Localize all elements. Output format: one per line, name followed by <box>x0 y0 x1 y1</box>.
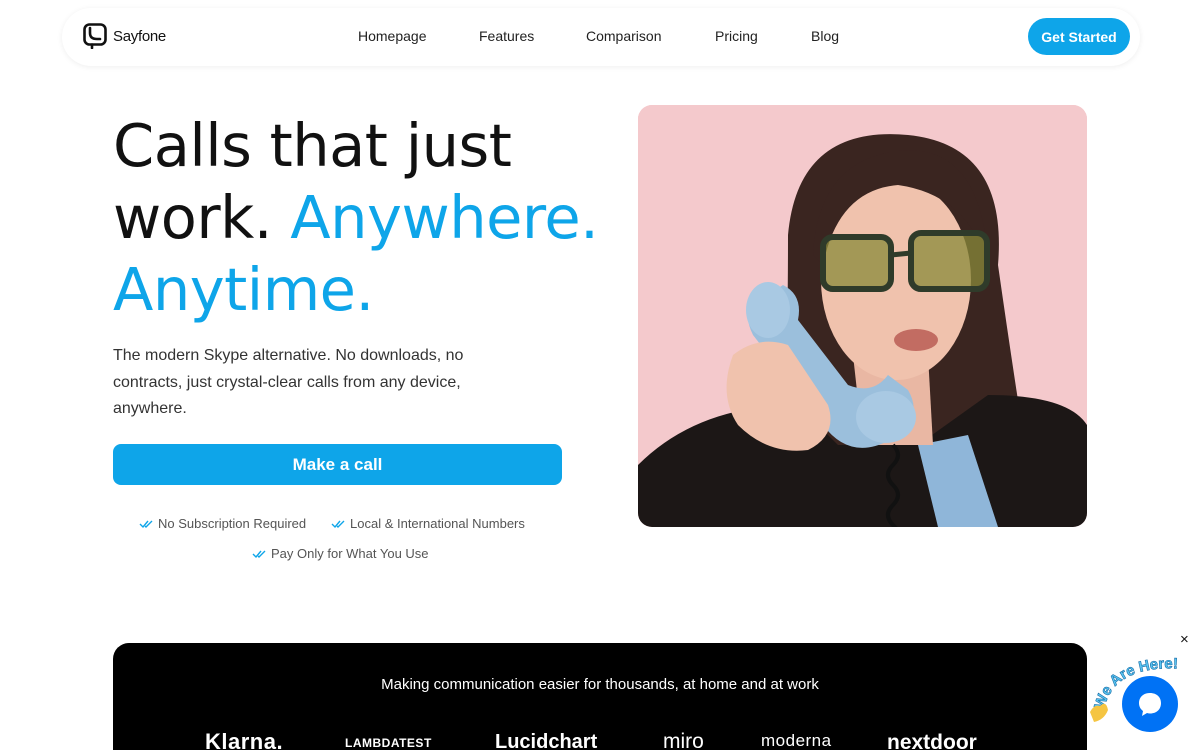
nav-link-comparison[interactable]: Comparison <box>586 28 715 44</box>
logo-miro: miro <box>663 730 704 750</box>
feature-label: Local & International Numbers <box>350 516 525 531</box>
hero-title-line2-plain: work. <box>113 183 291 252</box>
make-a-call-button[interactable]: Make a call <box>113 444 562 485</box>
get-started-button[interactable]: Get Started <box>1028 18 1130 55</box>
feature-label: No Subscription Required <box>158 516 307 531</box>
logo-lambdatest: LAMBDATEST <box>345 736 432 750</box>
logo-klarna: Klarna. <box>205 729 284 750</box>
top-navigation: Sayfone Homepage Features Comparison Pri… <box>62 8 1140 66</box>
hero-title-line1: Calls that just <box>113 111 512 180</box>
phone-handset-icon <box>83 23 107 49</box>
brand[interactable]: Sayfone <box>83 23 166 49</box>
chat-bubble-icon <box>1139 693 1161 716</box>
logo-moderna: moderna <box>761 731 832 750</box>
nav-links: Homepage Features Comparison Pricing Blo… <box>358 28 839 44</box>
double-check-icon <box>139 520 153 528</box>
hero-title-line2-accent: Anywhere. <box>290 183 599 252</box>
nav-link-homepage[interactable]: Homepage <box>358 28 479 44</box>
feature-local-international: Local & International Numbers <box>331 516 525 531</box>
nav-link-blog[interactable]: Blog <box>811 28 839 44</box>
logo-lucidchart: Lucidchart <box>495 731 598 750</box>
double-check-icon <box>252 550 266 558</box>
double-check-icon <box>331 520 345 528</box>
customer-logos-band: Making communication easier for thousand… <box>113 643 1087 750</box>
brand-name: Sayfone <box>113 27 166 45</box>
feature-pay-as-you-go: Pay Only for What You Use <box>252 546 429 561</box>
hero-subtitle: The modern Skype alternative. No downloa… <box>113 347 464 417</box>
hero-title-line3-accent: Anytime. <box>113 255 374 324</box>
band-tagline: Making communication easier for thousand… <box>381 676 819 693</box>
hero-photo-woman-on-phone <box>638 105 1087 527</box>
nav-link-pricing[interactable]: Pricing <box>715 28 811 44</box>
feature-no-subscription: No Subscription Required <box>139 516 306 531</box>
feature-label: Pay Only for What You Use <box>271 546 429 561</box>
chat-open-button[interactable] <box>1122 676 1178 732</box>
logo-nextdoor: nextdoor <box>887 731 977 750</box>
nav-link-features[interactable]: Features <box>479 28 586 44</box>
hero-title: Calls that just work. Anywhere. Anytime. <box>113 110 613 326</box>
